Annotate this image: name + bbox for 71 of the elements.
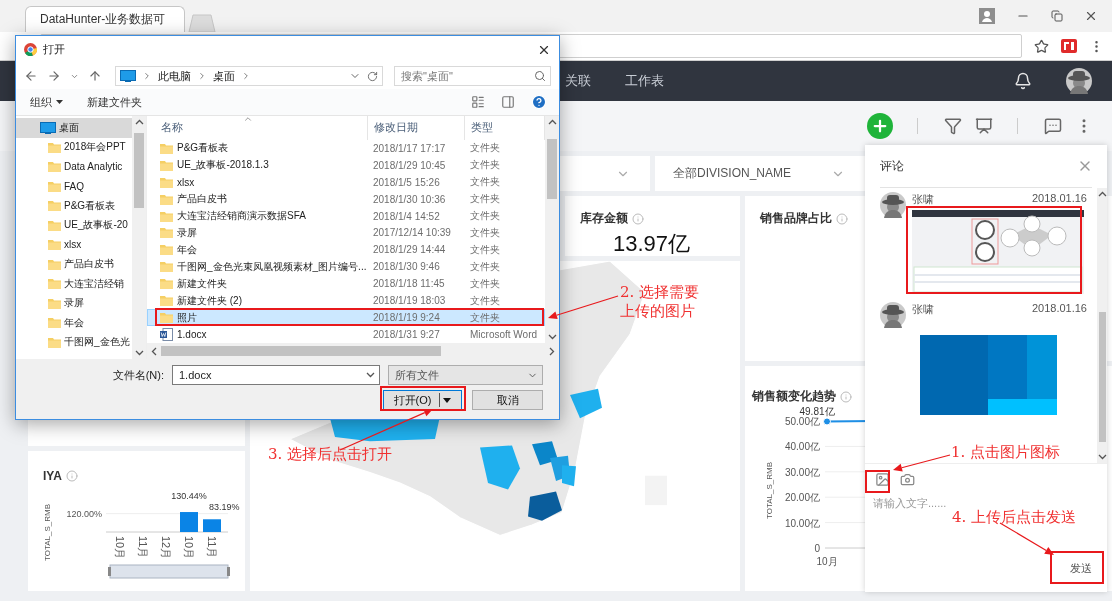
file-name: 录屏 (177, 225, 197, 240)
kpi-value: 13.97亿 (612, 230, 692, 256)
file-name: 1.docx (177, 328, 207, 340)
file-type: 文件夹 (469, 175, 501, 190)
file-name: UE_故事板-2018.1.3 (177, 158, 269, 173)
file-name: 年会 (177, 242, 197, 257)
axis-label: 120.00% (66, 508, 102, 519)
file-type: Microsoft Word (469, 328, 539, 340)
file-name: 新建文件夹 (2) (177, 293, 242, 308)
file-date: 2018/1/19 18:03 (372, 295, 447, 307)
file-name: 产品白皮书 (177, 192, 227, 207)
annotation-note: 2. 选择需要 (620, 283, 700, 302)
axis-label: 0 (814, 543, 820, 554)
card-title: IYA (43, 469, 62, 483)
axis-label: 12月 (160, 536, 172, 560)
panel-title: 评论 (880, 157, 904, 175)
annotation-note: 1. 点击图片图标 (951, 443, 1061, 462)
file-date: 2018/1/5 15:26 (372, 176, 441, 188)
file-name: 大连宝洁经销商演示数据SFA (177, 209, 306, 223)
axis-label: 10月 (183, 536, 195, 560)
file-type: 文件夹 (469, 192, 501, 207)
file-date: 2018/1/30 9:46 (372, 261, 441, 273)
card-title: 销售额变化趋势 (752, 388, 836, 405)
file-type: 文件夹 (469, 293, 501, 308)
file-type: 文件夹 (469, 225, 501, 240)
file-date: 2018/1/29 14:44 (372, 244, 447, 256)
file-type: 文件夹 (469, 276, 501, 291)
axis-label: 50.00亿 (784, 416, 820, 427)
file-date: 2018/1/29 10:45 (372, 159, 447, 171)
annotation-note: 上传的图片 (620, 302, 695, 321)
comment-date: 2018.01.16 (1031, 302, 1087, 316)
file-name: 新建文件夹 (177, 276, 227, 291)
axis-label: 11月 (137, 536, 149, 559)
file-date: 2018/1/31 9:27 (372, 328, 441, 340)
card-title: 销售品牌占比 (760, 210, 832, 227)
file-name: 千图网_金色光束凤凰视频素材_图片编号... (177, 259, 367, 274)
file-type: 文件夹 (469, 259, 501, 274)
axis-label: 10月 (816, 556, 838, 567)
annotation-note: 4. 上传后点击发送 (952, 508, 1077, 527)
card-title: 库存金额 (580, 210, 628, 227)
axis-title: TOTAL_S_RMB (765, 461, 774, 519)
comment-date: 2018.01.16 (1031, 192, 1087, 206)
file-date: 2017/12/14 10:39 (372, 227, 452, 239)
axis-title: TOTAL_S_RMB (43, 503, 52, 561)
file-date: 2018/1/18 11:45 (372, 278, 446, 290)
comment-author: 张啸 (912, 302, 934, 317)
data-label: 83.19% (209, 502, 240, 512)
axis-label: 10.00亿 (784, 517, 820, 529)
dialog-title: 打开 (43, 42, 65, 57)
data-label: 130.44% (171, 491, 207, 501)
file-date: 2018/1/17 17:17 (372, 142, 447, 154)
file-date: 2018/1/30 10:36 (372, 193, 447, 205)
axis-label: 10月 (114, 536, 126, 560)
file-type: 文件夹 (469, 158, 501, 173)
comment-author: 张啸 (912, 192, 934, 207)
file-type: 文件夹 (469, 310, 501, 325)
data-label: 49.81亿 (799, 407, 835, 418)
file-type: 文件夹 (469, 242, 501, 257)
file-type: 文件夹 (469, 141, 501, 156)
file-name: P&G看板表 (177, 141, 229, 156)
file-date: 2018/1/4 14:52 (372, 210, 441, 222)
file-name: xlsx (177, 176, 195, 188)
annotation-note: 3. 选择后点击打开 (268, 445, 393, 464)
file-date: 2018/1/19 9:24 (372, 312, 441, 324)
axis-label: 30.00亿 (784, 466, 820, 478)
field-label: 文件名(N): (112, 367, 164, 383)
axis-label: 20.00亿 (784, 492, 820, 504)
axis-label: 11月 (206, 536, 218, 559)
axis-label: 40.00亿 (784, 441, 820, 453)
file-name: 照片 (177, 310, 197, 325)
file-type: 文件夹 (469, 209, 501, 223)
